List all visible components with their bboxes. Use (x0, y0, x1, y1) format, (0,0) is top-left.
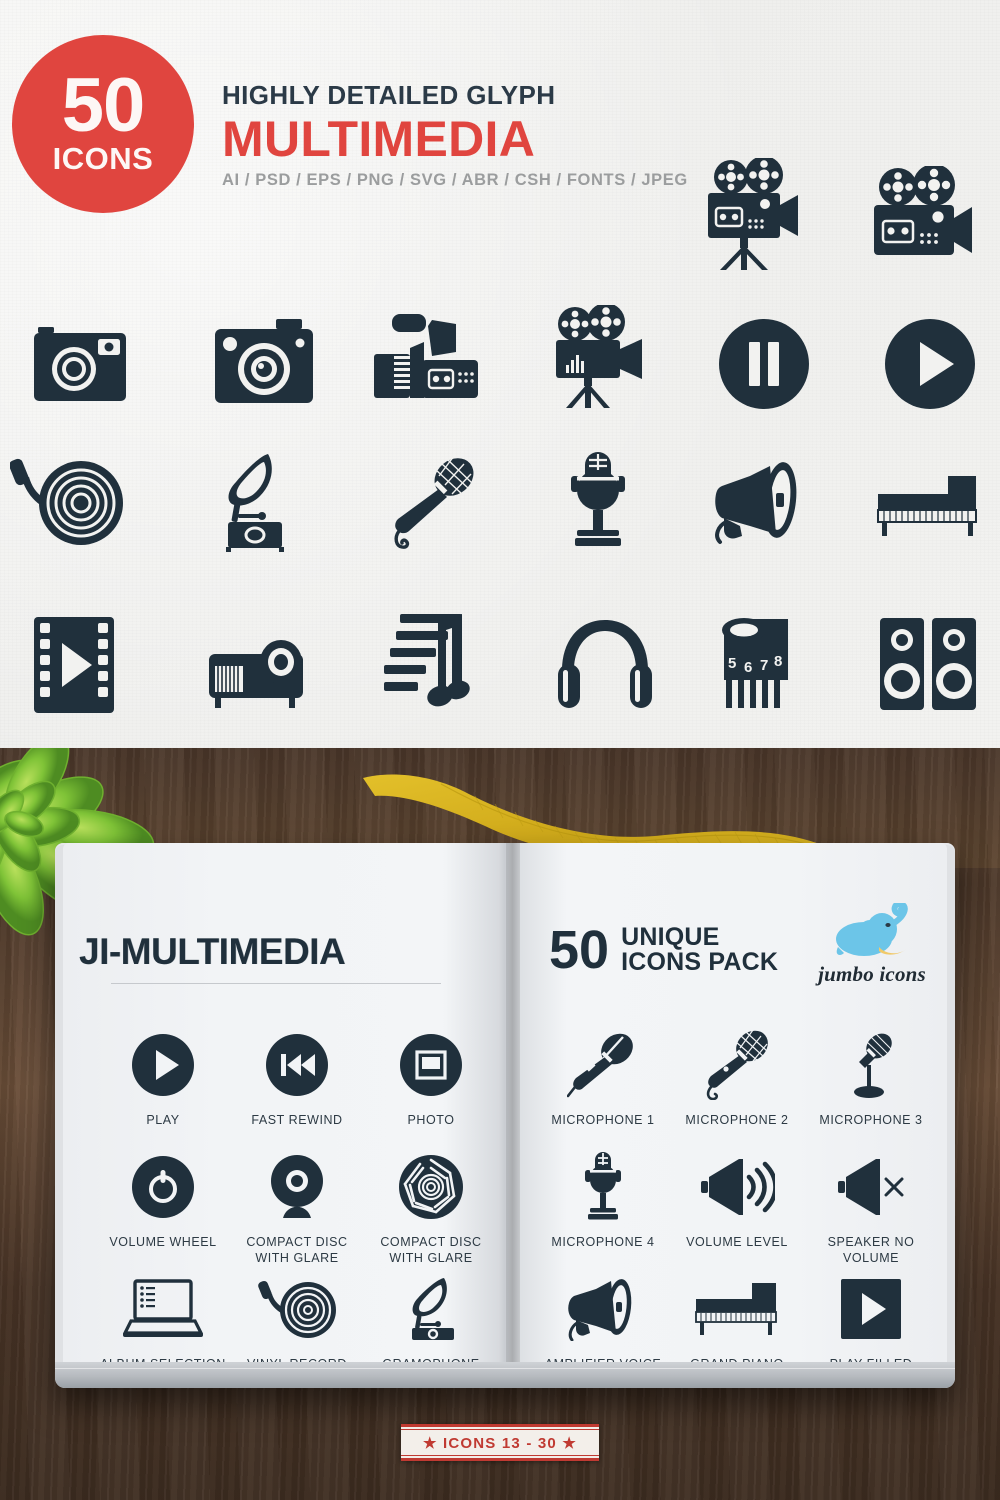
fast-rewind-icon (227, 1021, 367, 1109)
icon-label: VOLUME WHEEL (109, 1235, 217, 1249)
megaphone-icon (708, 460, 812, 546)
grand-piano-icon (667, 1265, 807, 1353)
svg-text:5: 5 (728, 655, 736, 672)
film-strip-play-icon (28, 615, 120, 715)
play-circle-icon (93, 1021, 233, 1109)
photo-camera-icon (30, 325, 130, 405)
grand-piano-icon (876, 474, 980, 538)
icon-label: COMPACT DISC WITH GLARE (246, 1235, 348, 1265)
volume-level-icon (667, 1143, 807, 1231)
film-reel-numbers-icon: 5678 (710, 618, 806, 710)
headphones-icon (556, 618, 654, 710)
notebook-icon-gramophone[interactable]: GRAMOPHONE (361, 1265, 501, 1373)
notebook-right-page: 50 UNIQUE ICONS PACK jumbo icons MICROPH… (519, 843, 955, 1387)
play-filled-square-button-icon (801, 1265, 941, 1353)
notebook-icon-play[interactable]: PLAY (93, 1021, 233, 1129)
notebook-icon-volume-wheel[interactable]: VOLUME WHEEL (93, 1143, 233, 1251)
notebook-icon-microphone-3[interactable]: MICROPHONE 3 (801, 1021, 941, 1129)
elephant-icon (836, 900, 908, 956)
icon-label: COMPACT DISC WITH GLARE (380, 1235, 482, 1265)
movie-camera-icon (868, 166, 974, 266)
microphone-2-icon (667, 1021, 807, 1109)
gramophone-icon (208, 452, 308, 552)
top-showcase-section: 50 ICONS HIGHLY DETAILED GLYPH MULTIMEDI… (0, 0, 1000, 748)
fifty-icons-badge: 50 ICONS (12, 35, 194, 213)
studio-microphone-icon (555, 450, 641, 550)
microphone-handheld-icon (382, 452, 482, 552)
amplifier-voice-icon (533, 1265, 673, 1353)
vinyl-record-player-icon (227, 1265, 367, 1353)
header-text-block: HIGHLY DETAILED GLYPH MULTIMEDIA AI / PS… (222, 80, 688, 190)
right-page-headline-line2: ICONS PACK (621, 948, 779, 976)
icon-label: MICROPHONE 1 (551, 1113, 655, 1127)
film-projector-camera-icon (550, 305, 650, 410)
compact-disc-glare-icon (227, 1143, 367, 1231)
vinyl-record-player-icon (10, 455, 125, 547)
notebook-mockup-section: JI-MULTIMEDIA PLAY FAST REWIND PHOTO VOL… (0, 748, 1000, 1500)
notebook-icon-microphone-4[interactable]: MICROPHONE 4 (533, 1143, 673, 1251)
speaker-no-volume-icon (801, 1143, 941, 1231)
icons-range-text: ★ ICONS 13 - 30 ★ (422, 1435, 578, 1452)
header-kicker: HIGHLY DETAILED GLYPH (222, 80, 556, 110)
icon-label: SPEAKER NO VOLUME (827, 1235, 915, 1265)
right-page-headline: 50 UNIQUE ICONS PACK (549, 923, 778, 977)
left-page-title: JI-MULTIMEDIA (79, 931, 346, 972)
left-page-divider (111, 983, 441, 984)
notebook-left-page: JI-MULTIMEDIA PLAY FAST REWIND PHOTO VOL… (71, 843, 507, 1387)
notebook-pages: JI-MULTIMEDIA PLAY FAST REWIND PHOTO VOL… (63, 843, 947, 1387)
svg-text:6: 6 (744, 659, 752, 676)
icons-range-badge: ★ ICONS 13 - 30 ★ (400, 1424, 600, 1461)
notebook-bottom-edge (55, 1362, 955, 1388)
gramophone-icon (361, 1265, 501, 1353)
notebook-icon-compact-disc-glare-2[interactable]: COMPACT DISC WITH GLARE (361, 1143, 501, 1266)
icon-label: PLAY (146, 1113, 180, 1127)
compact-disc-glare-alt-icon (361, 1143, 501, 1231)
volume-wheel-icon (93, 1143, 233, 1231)
poster-root: 50 ICONS HIGHLY DETAILED GLYPH MULTIMEDI… (0, 0, 1000, 1500)
header-formats: AI / PSD / EPS / PNG / SVG / ABR / CSH /… (222, 171, 688, 189)
notebook-spine (506, 843, 520, 1367)
notebook-icon-fast-rewind[interactable]: FAST REWIND (227, 1021, 367, 1129)
movie-camera-tripod-icon (700, 158, 805, 273)
notebook-icon-photo[interactable]: PHOTO (361, 1021, 501, 1129)
icon-label: PHOTO (407, 1113, 455, 1127)
svg-text:8: 8 (774, 653, 782, 670)
video-camcorder-icon (372, 312, 482, 408)
play-circle-icon (884, 318, 976, 410)
photo-square-icon (361, 1021, 501, 1109)
notebook-icon-microphone-1[interactable]: MICROPHONE 1 (533, 1021, 673, 1129)
icon-label: VOLUME LEVEL (686, 1235, 788, 1249)
notebook-icon-volume-level[interactable]: VOLUME LEVEL (667, 1143, 807, 1251)
microphone-3-icon (801, 1021, 941, 1109)
notebook-icon-microphone-2[interactable]: MICROPHONE 2 (667, 1021, 807, 1129)
page-title: MULTIMEDIA (222, 111, 536, 167)
icon-label: FAST REWIND (251, 1113, 343, 1127)
notebook-icon-compact-disc-glare-1[interactable]: COMPACT DISC WITH GLARE (227, 1143, 367, 1266)
badge-word: ICONS (52, 140, 154, 176)
speakers-icon (878, 616, 978, 712)
album-selection-laptop-icon (93, 1265, 233, 1353)
badge-number: 50 (61, 63, 146, 149)
notebook-icon-grand-piano[interactable]: GRAND PIANO (667, 1265, 807, 1373)
icon-label: MICROPHONE 4 (551, 1235, 655, 1249)
icon-label: MICROPHONE 3 (819, 1113, 923, 1127)
vintage-camera-icon (212, 317, 316, 405)
pause-circle-icon (718, 318, 810, 410)
right-page-count: 50 (549, 920, 610, 980)
microphone-4-icon (533, 1143, 673, 1231)
video-projector-icon (205, 632, 311, 710)
notebook-icon-amplifier-voice[interactable]: AMPLIFIER VOICE (533, 1265, 673, 1373)
brand-name: jumbo icons (818, 962, 926, 986)
notebook-icon-speaker-no-volume[interactable]: SPEAKER NO VOLUME (801, 1143, 941, 1266)
jumbo-icons-logo: jumbo icons (807, 900, 937, 987)
icon-label: MICROPHONE 2 (685, 1113, 789, 1127)
open-notebook: JI-MULTIMEDIA PLAY FAST REWIND PHOTO VOL… (55, 843, 955, 1388)
music-notes-icon (382, 612, 480, 712)
svg-text:7: 7 (760, 657, 768, 674)
right-page-headline-line1: UNIQUE (621, 922, 720, 951)
microphone-1-icon (533, 1021, 673, 1109)
